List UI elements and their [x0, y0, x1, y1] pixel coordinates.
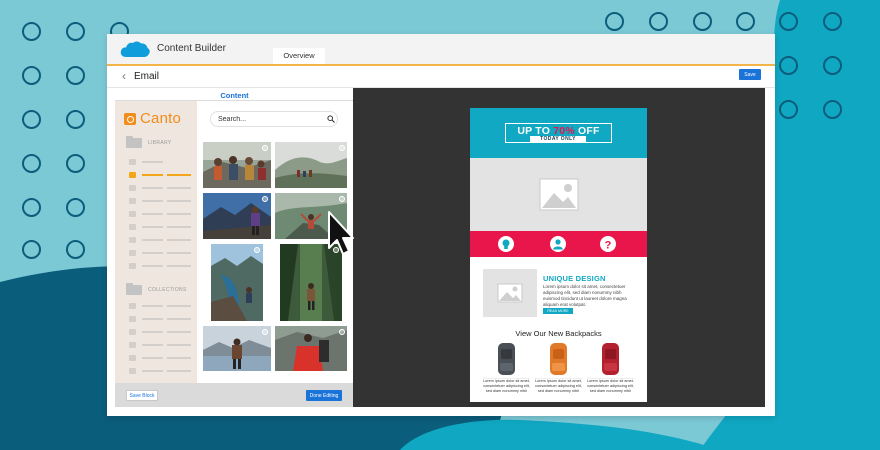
- select-checkbox[interactable]: [262, 145, 268, 151]
- product-description: Lorem ipsum dolor sit amet, consectetuer…: [535, 379, 582, 393]
- icon-strip: ?: [470, 231, 647, 257]
- backpack-red-icon: [602, 343, 619, 375]
- feature-block[interactable]: UNIQUE DESIGN Lorem ipsum dolor sit amet…: [470, 257, 647, 327]
- select-checkbox[interactable]: [262, 329, 268, 335]
- canto-logo-text: Canto: [140, 110, 182, 127]
- search-input[interactable]: [210, 111, 338, 127]
- product-description: Lorem ipsum dolor sit amet, consectetuer…: [587, 379, 634, 393]
- asset-thumbnail[interactable]: [211, 244, 263, 321]
- collection-item[interactable]: [129, 303, 191, 309]
- collection-item[interactable]: [129, 316, 191, 322]
- email-template: UP TO 70% OFF TODAY ONLY ? UNIQUE DESIGN…: [470, 108, 647, 402]
- library-item-active[interactable]: [129, 172, 191, 178]
- done-editing-button[interactable]: Done Editing: [306, 390, 342, 401]
- salesforce-cloud-icon: [120, 41, 150, 57]
- select-checkbox[interactable]: [339, 329, 345, 335]
- products-heading: View Our New Backpacks: [515, 329, 602, 338]
- canto-logo-icon: [124, 113, 136, 125]
- folder-icon: [126, 283, 142, 295]
- library-item[interactable]: [129, 250, 191, 256]
- select-checkbox[interactable]: [254, 247, 260, 253]
- woman-hiker-photo: [203, 193, 271, 239]
- library-item[interactable]: [129, 159, 191, 165]
- hero-image-placeholder[interactable]: [470, 158, 647, 231]
- content-panel: Content Canto LIBRARY COLLECTIONS Search…: [115, 91, 354, 407]
- feature-image-placeholder: [483, 269, 537, 317]
- library-item[interactable]: [129, 224, 191, 230]
- fjord-overlook-photo: [211, 244, 263, 321]
- folder-icon: [126, 136, 142, 148]
- collection-item[interactable]: [129, 355, 191, 361]
- product-image[interactable]: [535, 339, 582, 379]
- lake-backpacker-photo: [203, 326, 271, 371]
- asset-thumbnail[interactable]: [203, 326, 271, 371]
- question-icon[interactable]: ?: [600, 236, 616, 252]
- tab-content[interactable]: Content: [115, 91, 354, 101]
- cursor-arrow-icon: [328, 211, 354, 255]
- svg-text:?: ?: [605, 240, 612, 252]
- library-label: LIBRARY: [148, 140, 172, 146]
- save-block-button[interactable]: Save Block: [126, 390, 158, 401]
- product-image[interactable]: [587, 339, 634, 379]
- asset-thumbnail[interactable]: [203, 142, 271, 188]
- sub-header: ‹ Email Save: [107, 66, 775, 88]
- panel-footer: Save Block Done Editing: [115, 383, 354, 407]
- image-placeholder-icon: [497, 283, 523, 303]
- library-item[interactable]: [129, 237, 191, 243]
- backpack-grey-icon: [498, 343, 515, 375]
- page-title: Email: [134, 71, 160, 82]
- email-preview-canvas: UP TO 70% OFF TODAY ONLY ? UNIQUE DESIGN…: [353, 88, 765, 407]
- app-header: Content Builder Overview: [107, 34, 775, 66]
- collections-label: COLLECTIONS: [148, 287, 187, 293]
- canto-sidebar: Canto LIBRARY COLLECTIONS: [115, 101, 197, 383]
- promo-frame: UP TO 70% OFF TODAY ONLY: [505, 123, 612, 143]
- collection-item[interactable]: [129, 368, 191, 374]
- product-description: Lorem ipsum dolor sit amet, consectetuer…: [483, 379, 530, 393]
- library-item[interactable]: [129, 211, 191, 217]
- product-image[interactable]: [483, 339, 530, 379]
- misty-mountain-photo: [275, 142, 347, 188]
- hikers-group-photo: [203, 142, 271, 188]
- library-item[interactable]: [129, 263, 191, 269]
- lightbulb-icon[interactable]: [498, 236, 514, 252]
- search-icon[interactable]: [327, 115, 335, 123]
- select-checkbox[interactable]: [339, 196, 345, 202]
- collection-item[interactable]: [129, 329, 191, 335]
- select-checkbox[interactable]: [262, 196, 268, 202]
- collection-item[interactable]: [129, 342, 191, 348]
- back-arrow-icon[interactable]: ‹: [122, 69, 126, 83]
- user-icon[interactable]: [550, 236, 566, 252]
- save-button[interactable]: Save: [739, 69, 761, 80]
- app-title: Content Builder: [157, 43, 226, 54]
- feature-title: UNIQUE DESIGN: [543, 274, 606, 283]
- image-placeholder-icon: [539, 178, 579, 211]
- library-item[interactable]: [129, 185, 191, 191]
- asset-thumbnail[interactable]: [203, 193, 271, 239]
- promo-banner[interactable]: UP TO 70% OFF TODAY ONLY: [470, 108, 647, 158]
- red-jacket-hiker-photo: [275, 326, 347, 371]
- library-item[interactable]: [129, 198, 191, 204]
- read-more-button[interactable]: READ MORE: [543, 308, 573, 314]
- content-builder-window: Content Builder Overview ‹ Email Save Co…: [107, 34, 775, 416]
- backpack-orange-icon: [550, 343, 567, 375]
- select-checkbox[interactable]: [339, 145, 345, 151]
- feature-body: Lorem ipsum dolor sit amet, consectetuer…: [543, 284, 627, 307]
- asset-thumbnail[interactable]: [275, 326, 347, 371]
- asset-thumbnail[interactable]: [275, 142, 347, 188]
- promo-subline: TODAY ONLY: [530, 136, 586, 143]
